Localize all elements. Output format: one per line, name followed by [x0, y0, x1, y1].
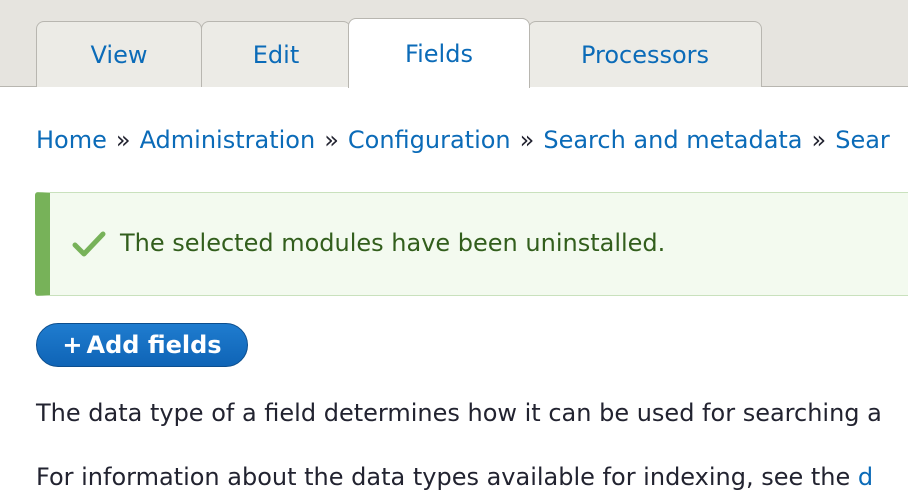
add-fields-label: Add fields — [86, 331, 222, 359]
data-types-info-text: For information about the data types ava… — [36, 463, 858, 491]
checkmark-icon — [72, 231, 106, 257]
plus-icon: + — [62, 331, 83, 359]
tab-fields-label: Fields — [405, 39, 473, 68]
tab-view-label: View — [90, 40, 148, 69]
add-fields-button[interactable]: + Add fields — [36, 323, 248, 367]
data-types-link[interactable]: d — [858, 463, 873, 491]
breadcrumb-search[interactable]: Sear — [835, 126, 890, 154]
breadcrumb: Home » Administration » Configuration » Search… — [36, 124, 890, 156]
breadcrumb-configuration[interactable]: Configuration — [348, 126, 511, 154]
tab-bar: View Edit Fields Processors — [0, 0, 908, 88]
breadcrumb-separator: » — [115, 126, 131, 154]
tab-edit[interactable]: Edit — [201, 21, 351, 87]
breadcrumb-separator: » — [811, 126, 827, 154]
breadcrumb-separator: » — [324, 126, 339, 154]
status-message: The selected modules have been uninstall… — [35, 192, 908, 296]
breadcrumb-home[interactable]: Home — [36, 126, 107, 154]
breadcrumb-separator: » — [519, 126, 535, 154]
breadcrumb-administration[interactable]: Administration — [140, 126, 316, 154]
breadcrumb-search-and-metadata[interactable]: Search and metadata — [543, 126, 802, 154]
data-type-description: The data type of a field determines how … — [36, 399, 882, 427]
tab-processors-label: Processors — [580, 40, 710, 69]
data-types-info: For information about the data types ava… — [36, 461, 873, 493]
tab-processors[interactable]: Processors — [528, 21, 762, 87]
tab-fields[interactable]: Fields — [348, 18, 530, 88]
tab-view[interactable]: View — [36, 21, 202, 87]
status-message-text: The selected modules have been uninstall… — [120, 229, 666, 257]
tab-edit-label: Edit — [252, 40, 300, 69]
